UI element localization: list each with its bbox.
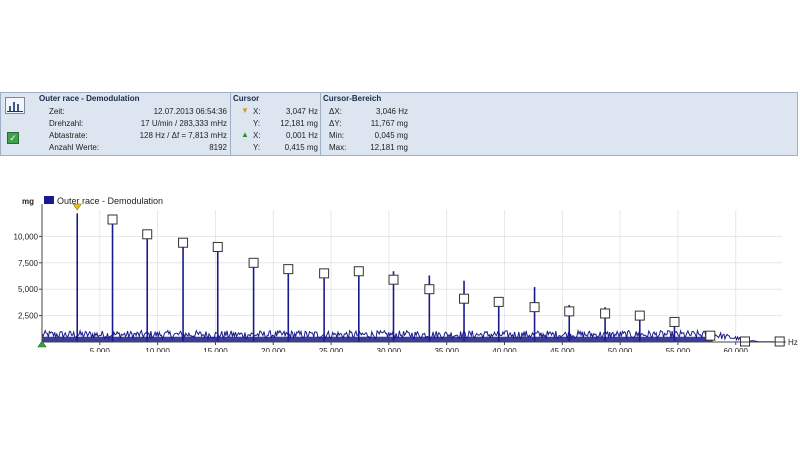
harmonic-marker: [493, 296, 504, 307]
harmonic-marker: [564, 306, 575, 317]
cursor-value: 0,415 mg: [284, 143, 318, 152]
x-tick-label: 60,000: [724, 347, 749, 352]
range-min-row: Min: 0,045 mg: [321, 131, 411, 143]
range-label: ΔX:: [329, 107, 342, 116]
info-value: 17 U/min / 283,333 mHz: [140, 119, 227, 128]
harmonic-markers: [107, 214, 785, 347]
x-tick-label: 45,000: [550, 347, 575, 352]
harmonic-marker: [107, 214, 118, 225]
cursor-1-y-row: Y: 12,181 mg: [231, 119, 321, 131]
info-row-speed: Drehzahl: 17 U/min / 283,333 mHz: [37, 119, 230, 131]
info-value: 12.07.2013 06:54:36: [153, 107, 227, 116]
noise-band: [42, 336, 713, 342]
cursor-2-x-row: X: 0,001 Hz: [231, 131, 321, 143]
range-value: 11,767 mg: [370, 119, 408, 128]
spectrum-chart[interactable]: 5,000 10,000 15,000 20,000 25,000 30,000 35,00…: [0, 192, 800, 357]
harmonic-marker: [424, 284, 435, 295]
harmonic-marker: [634, 310, 645, 321]
series-visible-checkbox[interactable]: ✓: [7, 132, 19, 144]
range-label: Min:: [329, 131, 345, 140]
cursor-title: Cursor: [233, 94, 260, 103]
x-tick-label: 20,000: [261, 347, 286, 352]
info-value: 8192: [209, 143, 227, 152]
legend-swatch: [44, 196, 54, 204]
info-row-time: Zeit: 12.07.2013 06:54:36: [37, 107, 230, 119]
cursor-2-y-row: Y: 0,415 mg: [231, 143, 321, 155]
harmonic-marker: [388, 274, 399, 285]
range-dy-row: ΔY: 11,767 mg: [321, 119, 411, 131]
x-axis-unit-label: Hz: [788, 338, 798, 347]
spectrum-plot[interactable]: 5,000 10,000 15,000 20,000 25,000 30,000 35,00…: [0, 192, 800, 356]
info-value: 128 Hz / Δf = 7,813 mHz: [139, 131, 227, 140]
harmonic-marker: [740, 336, 750, 347]
range-max-row: Max: 12,181 mg: [321, 143, 411, 155]
x-tick-label: 55,000: [666, 347, 691, 352]
cursor-label: X:: [253, 107, 261, 116]
harmonic-marker: [353, 266, 364, 277]
legend-label: Outer race - Demodulation: [57, 196, 163, 206]
cursor-value: 3,047 Hz: [285, 107, 318, 116]
cursors[interactable]: [37, 203, 82, 348]
axes: 5,000 10,000 15,000 20,000 25,000 30,000 35,00…: [14, 204, 798, 356]
y-axis-unit-label: mg: [22, 197, 34, 206]
measurement-title: Outer race - Demodulation: [39, 94, 140, 103]
info-label: Drehzahl:: [49, 119, 84, 128]
range-value: 12,181 mg: [370, 143, 408, 152]
cursor-range-title: Cursor-Bereich: [323, 94, 382, 103]
cursor-1-x-row: X: 3,047 Hz: [231, 107, 321, 119]
x-tick-label: 15,000: [203, 347, 228, 352]
cursor-label: X:: [253, 131, 261, 140]
peak-lines: [76, 213, 676, 342]
harmonic-marker: [669, 316, 680, 327]
x-tick-label: 5,000: [90, 347, 111, 352]
x-tick-label: 10,000: [145, 347, 170, 352]
harmonic-marker: [212, 241, 223, 252]
info-header: ✓ Outer race - Demodulation Zeit: 12.07.…: [0, 92, 798, 156]
info-label: Anzahl Werte:: [49, 143, 100, 152]
y-tick-label: 5,000: [18, 285, 39, 294]
y-tick-label: 10,000: [14, 232, 39, 241]
harmonic-marker: [459, 293, 470, 304]
harmonic-marker: [142, 229, 153, 240]
cursor-value: 12,181 mg: [280, 119, 318, 128]
cursor-range-section: Cursor-Bereich ΔX: 3,046 Hz ΔY: 11,767 m…: [320, 93, 411, 155]
harmonic-marker: [319, 268, 330, 279]
x-tick-label: 35,000: [434, 347, 459, 352]
x-tick-label: 40,000: [492, 347, 517, 352]
range-label: Max:: [329, 143, 347, 152]
range-dx-row: ΔX: 3,046 Hz: [321, 107, 411, 119]
range-value: 0,045 mg: [374, 131, 408, 140]
chart-settings-icon[interactable]: [5, 97, 25, 114]
harmonic-marker: [600, 308, 611, 319]
range-value: 3,046 Hz: [375, 107, 408, 116]
harmonic-marker: [774, 336, 785, 347]
info-label: Abtastrate:: [49, 131, 88, 140]
harmonic-marker: [178, 237, 189, 248]
y-tick-label: 2,500: [18, 312, 39, 321]
harmonic-marker: [248, 257, 259, 268]
harmonic-marker: [529, 302, 540, 313]
y-tick-label: 7,500: [18, 259, 39, 268]
legend: Outer race - Demodulation mg: [22, 196, 163, 206]
x-tick-label: 25,000: [319, 347, 344, 352]
measurement-info-section: Outer race - Demodulation Zeit: 12.07.20…: [37, 93, 230, 155]
cursor-section: Cursor ▼ ▲ X: 3,047 Hz Y: 12,181 mg X: 0…: [230, 93, 321, 155]
noise-floor: [41, 328, 782, 343]
info-row-count: Anzahl Werte: 8192: [37, 143, 230, 155]
info-row-samplerate: Abtastrate: 128 Hz / Δf = 7,813 mHz: [37, 131, 230, 143]
info-label: Zeit:: [49, 107, 65, 116]
harmonic-marker: [283, 264, 294, 275]
harmonic-marker: [705, 330, 716, 341]
cursor-label: Y:: [253, 119, 261, 128]
cursor-value: 0,001 Hz: [285, 131, 318, 140]
x-tick-label: 50,000: [608, 347, 633, 352]
range-label: ΔY:: [329, 119, 342, 128]
x-tick-label: 30,000: [377, 347, 402, 352]
cursor-label: Y:: [253, 143, 261, 152]
spectrum-window: ✓ Outer race - Demodulation Zeit: 12.07.…: [0, 92, 800, 356]
